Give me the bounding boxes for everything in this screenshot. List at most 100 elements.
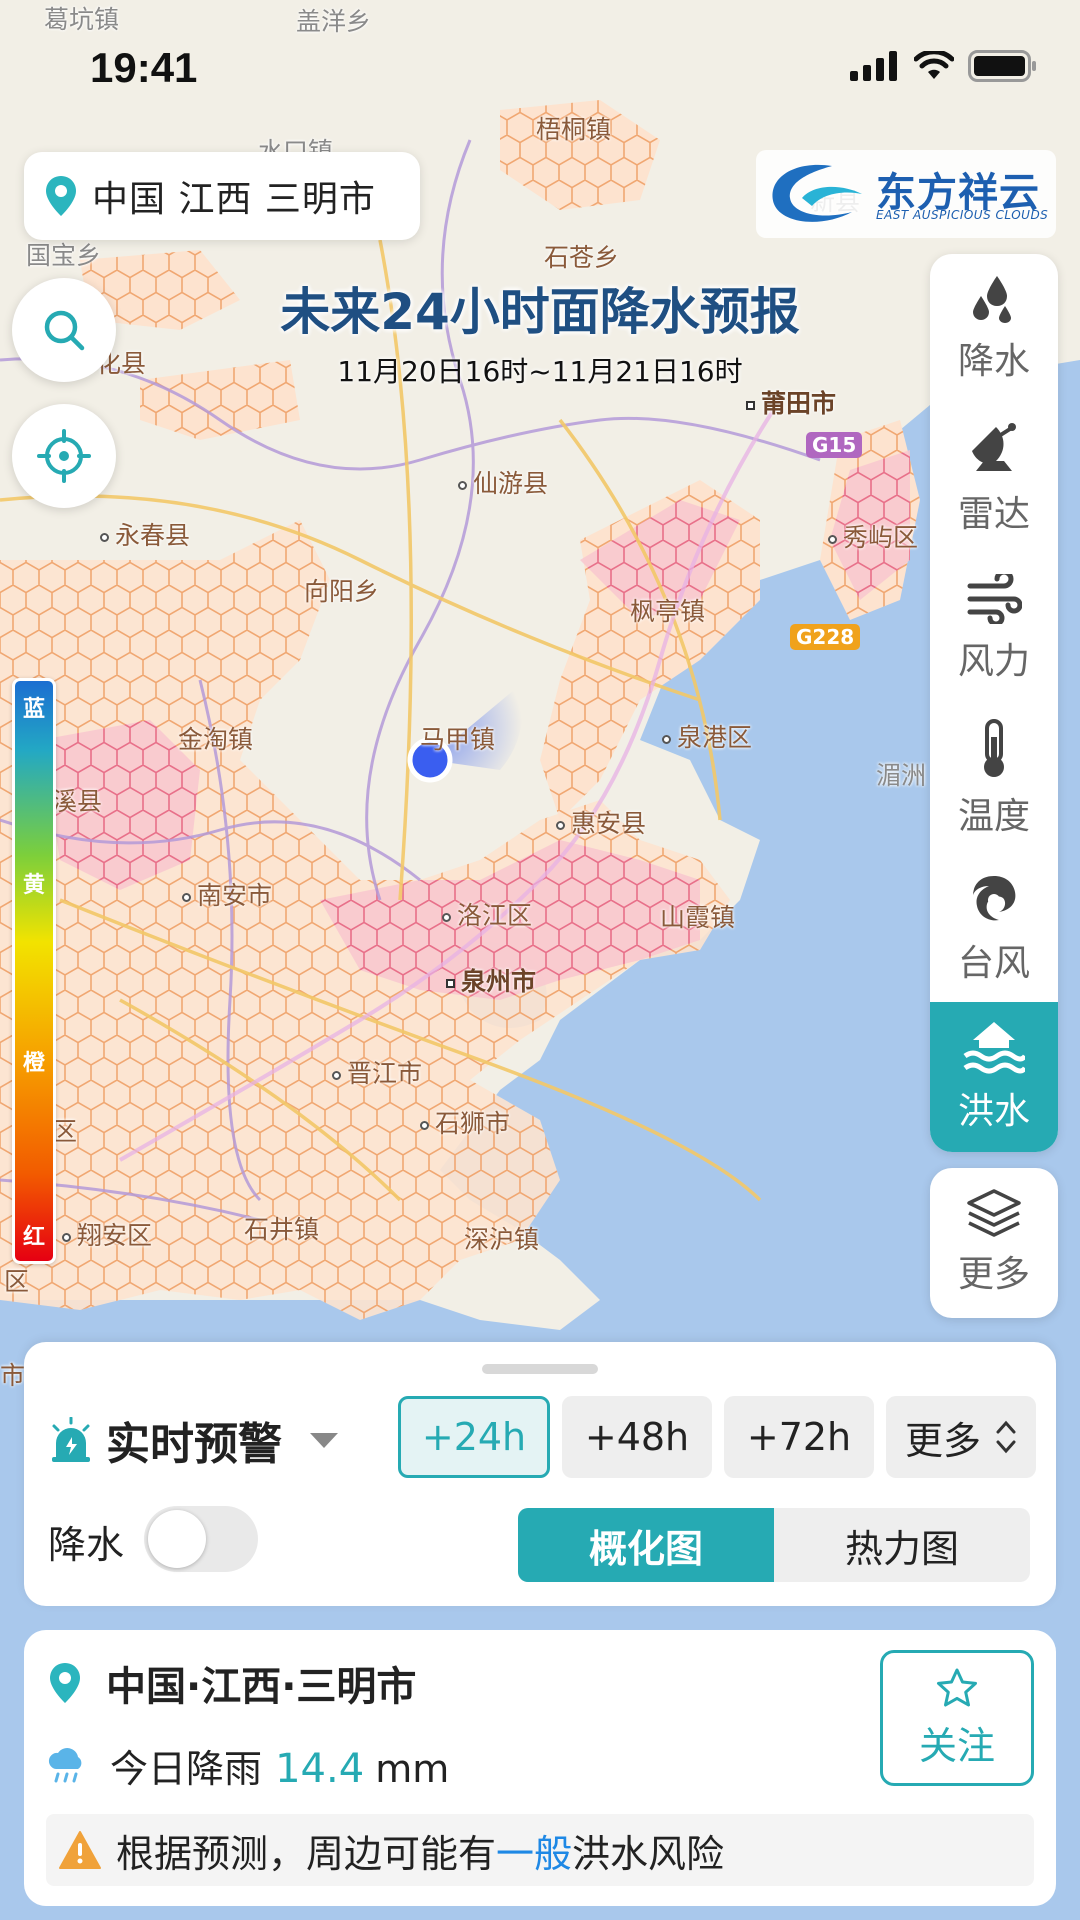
risk-text: 根据预测，周边可能有一般洪水风险 bbox=[116, 1831, 725, 1876]
view-mode-segmented: 概化图 热力图 bbox=[518, 1508, 1030, 1582]
legend-label-yellow: 黄 bbox=[22, 873, 45, 898]
highway-shield: G228 bbox=[790, 624, 861, 650]
map-place-label: 晋江市 bbox=[332, 1054, 422, 1090]
highway-shield: G15 bbox=[806, 432, 863, 458]
location-info-card: 中国·江西·三明市 今日降雨 14.4 mm 关注 根据预测，周边可能有一般洪水… bbox=[24, 1630, 1056, 1906]
view-mode-heatmap[interactable]: 热力图 bbox=[774, 1508, 1030, 1582]
rain-today-unit: mm bbox=[375, 1747, 450, 1791]
tool-label: 降水 bbox=[957, 341, 1030, 382]
forecast-title: 未来24小时面降水预报 bbox=[280, 283, 800, 341]
map-place-label: 永春县 bbox=[100, 516, 190, 552]
tool-wind[interactable]: 风力 bbox=[930, 554, 1058, 704]
map-place-label: 葛坑镇 bbox=[44, 5, 120, 34]
location-selector[interactable]: 中国 江西 三明市 bbox=[24, 152, 420, 240]
more-layers-button[interactable]: 更多 bbox=[930, 1168, 1058, 1318]
tool-rain[interactable]: 降水 bbox=[930, 254, 1058, 404]
brand-logo: 东方祥云 EAST AUSPICIOUS CLOUDS bbox=[756, 150, 1056, 238]
tool-temperature[interactable]: 温度 bbox=[930, 704, 1058, 854]
radar-dish-icon bbox=[972, 423, 1016, 471]
map-place-label: 秀屿区 bbox=[828, 518, 918, 554]
tool-label: 温度 bbox=[957, 796, 1030, 837]
rain-today-label: 今日降雨 bbox=[110, 1747, 263, 1791]
tab-24h[interactable]: +24h bbox=[398, 1396, 550, 1478]
flood-icon bbox=[963, 1022, 1025, 1074]
map-place-label: 向阳乡 bbox=[304, 577, 380, 606]
chevron-down-icon bbox=[310, 1432, 338, 1448]
tab-72h[interactable]: +72h bbox=[724, 1396, 874, 1478]
star-outline-icon bbox=[937, 1668, 977, 1706]
info-rain-row: 今日降雨 14.4 mm bbox=[48, 1738, 449, 1793]
legend-label-red: 红 bbox=[22, 1225, 45, 1250]
tool-label: 台风 bbox=[957, 943, 1030, 984]
map-place-label: 山霞镇 bbox=[660, 903, 736, 932]
status-time: 19:41 bbox=[90, 44, 198, 91]
rain-drops-icon bbox=[973, 276, 1011, 323]
map-place-label: 惠安县 bbox=[556, 804, 646, 840]
map-place-label: 国宝乡 bbox=[26, 241, 102, 270]
map-place-label: 市 bbox=[0, 1361, 26, 1390]
tab-48h[interactable]: +48h bbox=[562, 1396, 712, 1478]
toggle-knob bbox=[148, 1510, 206, 1568]
map-place-label: 湄洲 bbox=[876, 761, 927, 790]
map-place-label: 深沪镇 bbox=[464, 1225, 540, 1254]
map-place-label: 盖洋乡 bbox=[296, 7, 372, 36]
status-icons bbox=[848, 50, 1038, 82]
map-place-label: 区 bbox=[4, 1267, 30, 1296]
map-place-label: 洛江区 bbox=[442, 896, 532, 932]
map-place-label: 泉港区 bbox=[662, 718, 752, 754]
legend-label-blue: 蓝 bbox=[22, 697, 45, 722]
more-label: 更多 bbox=[957, 1254, 1030, 1295]
tool-flood[interactable]: 洪水 bbox=[930, 1002, 1058, 1152]
location-pin-icon bbox=[46, 176, 76, 216]
warning-triangle-icon bbox=[59, 1831, 101, 1869]
map-place-label: 南安市 bbox=[182, 876, 272, 912]
map-place-label: 石井镇 bbox=[244, 1215, 320, 1244]
wind-icon bbox=[967, 574, 1022, 624]
view-mode-simplified[interactable]: 概化图 bbox=[518, 1508, 774, 1582]
map-place-label: 仙游县 bbox=[458, 464, 548, 500]
tool-label: 洪水 bbox=[957, 1091, 1030, 1132]
map-place-label: 梧桐镇 bbox=[536, 115, 612, 144]
forecast-time-range: 11月20日16时~11月21日16时 bbox=[337, 355, 743, 388]
legend-label-orange: 橙 bbox=[22, 1051, 45, 1076]
rain-toggle-switch[interactable] bbox=[144, 1506, 258, 1572]
layer-tool-panel: 降水 雷达 风力 温度 台风 洪水 bbox=[930, 254, 1058, 1152]
map-place-label: 金淘镇 bbox=[178, 725, 254, 754]
map-place-label: 马甲镇 bbox=[420, 725, 496, 754]
follow-button[interactable]: 关注 bbox=[880, 1650, 1034, 1786]
info-location-row: 中国·江西·三明市 bbox=[48, 1654, 416, 1712]
alarm-siren-icon bbox=[52, 1417, 90, 1462]
brand-swirl-icon bbox=[772, 164, 862, 222]
rain-cloud-icon bbox=[48, 1747, 82, 1782]
map-place-label: 溪县 bbox=[52, 787, 103, 816]
map-place-label: 泉州市 bbox=[446, 962, 536, 998]
tab-more-label: 更多 bbox=[904, 1418, 981, 1463]
location-text: 中国 江西 三明市 bbox=[92, 179, 376, 220]
follow-label: 关注 bbox=[918, 1723, 995, 1768]
locate-me-button[interactable] bbox=[12, 404, 116, 508]
alert-panel: 实时预警 +24h +48h +72h 更多 降水 概化图 热力图 bbox=[24, 1342, 1056, 1606]
tool-radar[interactable]: 雷达 bbox=[930, 404, 1058, 554]
flood-risk-notice: 根据预测，周边可能有一般洪水风险 bbox=[46, 1814, 1034, 1886]
info-location-text: 中国·江西·三明市 bbox=[106, 1664, 417, 1710]
alert-title: 实时预警 bbox=[106, 1419, 282, 1470]
location-pin-icon bbox=[50, 1663, 80, 1703]
tab-more[interactable]: 更多 bbox=[886, 1396, 1036, 1478]
brand-tagline: EAST AUSPICIOUS CLOUDS bbox=[876, 208, 1049, 222]
wifi-icon bbox=[914, 51, 954, 79]
battery-icon bbox=[968, 50, 1036, 82]
risk-level: 一般 bbox=[496, 1831, 573, 1876]
alert-type-dropdown[interactable]: 实时预警 bbox=[48, 1408, 338, 1472]
thermometer-icon bbox=[984, 719, 1004, 777]
crosshair-locate-icon bbox=[37, 429, 91, 483]
drag-handle[interactable] bbox=[482, 1364, 598, 1374]
map-place-label: 枫亭镇 bbox=[630, 597, 706, 626]
layers-icon bbox=[967, 1189, 1021, 1237]
map-place-label: 翔安区 bbox=[62, 1216, 152, 1252]
rain-today-value: 14.4 bbox=[275, 1746, 365, 1792]
tool-label: 风力 bbox=[957, 641, 1030, 682]
warning-color-legend: 蓝 黄 橙 红 bbox=[12, 678, 56, 1264]
rain-toggle-label: 降水 bbox=[48, 1523, 125, 1567]
sort-updown-icon bbox=[996, 1420, 1016, 1454]
tool-typhoon[interactable]: 台风 bbox=[930, 854, 1058, 1004]
